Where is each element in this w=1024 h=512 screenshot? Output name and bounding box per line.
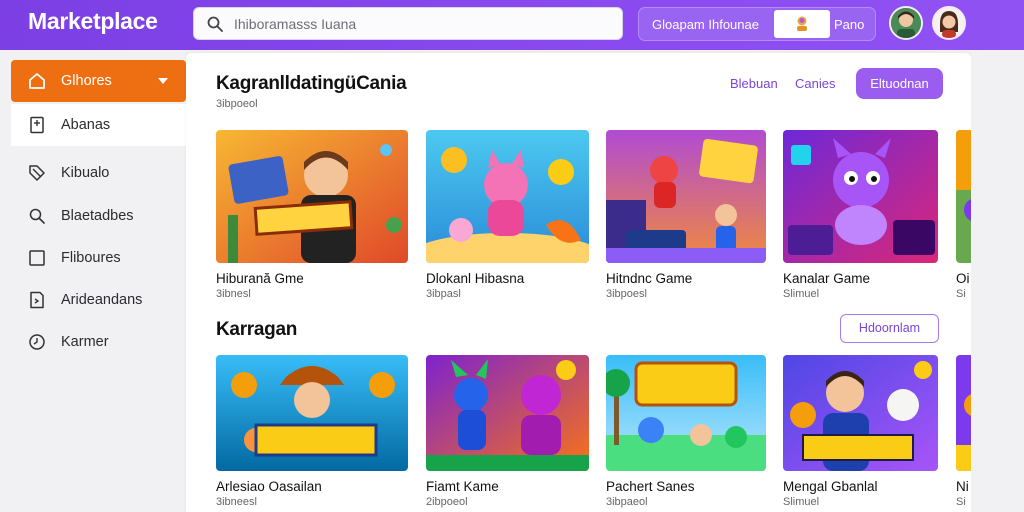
character-icon: [797, 16, 807, 31]
section-link[interactable]: Blebuan: [730, 76, 778, 91]
card-title: Arlesiao Oasailan: [216, 479, 322, 494]
sidebar-item-label: Fliboures: [61, 250, 121, 266]
game-thumbnail[interactable]: [426, 130, 589, 263]
app-logo[interactable]: Marketplace: [28, 8, 158, 35]
avatar[interactable]: [889, 6, 923, 40]
file-icon: [30, 291, 44, 309]
game-thumbnail[interactable]: [216, 355, 408, 471]
card-title: Ni: [956, 479, 969, 494]
right-gutter: [971, 53, 1024, 512]
header-cta-icon-box[interactable]: [774, 10, 830, 38]
card-subtitle: Slimuel: [783, 496, 820, 508]
search-box[interactable]: [193, 7, 623, 40]
section-action-button[interactable]: Hdoornlam: [840, 314, 939, 343]
avatar[interactable]: [932, 6, 966, 40]
sidebar-item-home[interactable]: Glhores: [11, 60, 186, 102]
section-title: KagranlldatingüCania: [216, 73, 407, 94]
sidebar-item-kibualo[interactable]: Kibualo: [11, 152, 186, 194]
sidebar-item-abanas[interactable]: Abanas: [11, 104, 186, 146]
search-icon: [207, 16, 223, 32]
game-thumbnail[interactable]: [606, 355, 766, 471]
sidebar: Glhores Abanas Kibualo Blaetadbes Flibou…: [0, 50, 186, 512]
card-subtitle: Si: [956, 496, 966, 508]
card-title: Fiamt Kame: [426, 479, 499, 494]
card-title: Kanalar Game: [783, 271, 871, 286]
sidebar-item-label: Kibualo: [61, 165, 110, 181]
sidebar-item-label: Blaetadbes: [61, 208, 134, 224]
header-cta[interactable]: Gloapam Ihfounae Pano: [638, 7, 876, 41]
section-subtitle: 3ibpoeol: [216, 98, 258, 110]
sidebar-item-karmer[interactable]: Karmer: [11, 321, 186, 363]
square-icon: [29, 250, 45, 266]
card-subtitle: Slimuel: [783, 288, 820, 300]
main-panel: KagranlldatingüCania 3ibpoeol Blebuan Ca…: [186, 53, 971, 512]
section-link[interactable]: Canies: [795, 76, 835, 91]
document-icon: [30, 116, 44, 134]
tag-icon: [29, 165, 45, 181]
header-cta-label: Gloapam Ihfounae: [652, 17, 759, 32]
card-title: Hitndnc Game: [606, 271, 693, 286]
card-title: Hiburană Gme: [216, 271, 304, 286]
game-thumbnail[interactable]: [783, 355, 938, 471]
card-subtitle: 3ibpaeol: [606, 496, 648, 508]
card-subtitle: Si: [956, 288, 966, 300]
home-icon: [29, 73, 45, 89]
card-subtitle: 2ibpoeol: [426, 496, 468, 508]
header-cta-end-label: Pano: [834, 17, 865, 32]
clock-icon: [29, 334, 45, 350]
sidebar-item-label: Karmer: [61, 334, 109, 350]
card-title: Dlokanl Hibasna: [426, 271, 525, 286]
sidebar-item-blaetadbes[interactable]: Blaetadbes: [11, 195, 186, 237]
sidebar-item-label: Abanas: [61, 117, 111, 133]
sidebar-item-label: Glhores: [61, 73, 112, 89]
section-action-button[interactable]: Eltuodnan: [856, 68, 943, 99]
card-subtitle: 3ibpasl: [426, 288, 461, 300]
card-subtitle: 3ibnesl: [216, 288, 251, 300]
search-icon: [29, 208, 45, 224]
game-thumbnail[interactable]: [216, 130, 408, 263]
game-thumbnail[interactable]: [426, 355, 589, 471]
sidebar-item-fliboures[interactable]: Fliboures: [11, 237, 186, 279]
game-thumbnail[interactable]: [956, 355, 971, 471]
game-thumbnail[interactable]: [956, 130, 971, 263]
top-bar: Marketplace Gloapam Ihfounae Pano: [0, 0, 1024, 50]
game-thumbnail[interactable]: [606, 130, 766, 263]
sidebar-item-label: Arideandans: [61, 292, 143, 308]
sidebar-item-arideandans[interactable]: Arideandans: [11, 279, 186, 321]
card-subtitle: 3ibpoesl: [606, 288, 647, 300]
search-input[interactable]: [234, 12, 614, 36]
game-thumbnail[interactable]: [783, 130, 938, 263]
card-title: Mengal Gbanlal: [783, 479, 878, 494]
card-title: Oi: [956, 271, 970, 286]
chevron-down-icon[interactable]: [158, 78, 168, 84]
card-subtitle: 3ibneesl: [216, 496, 257, 508]
section-title: Karragan: [216, 319, 298, 340]
card-title: Pachert Sanes: [606, 479, 695, 494]
